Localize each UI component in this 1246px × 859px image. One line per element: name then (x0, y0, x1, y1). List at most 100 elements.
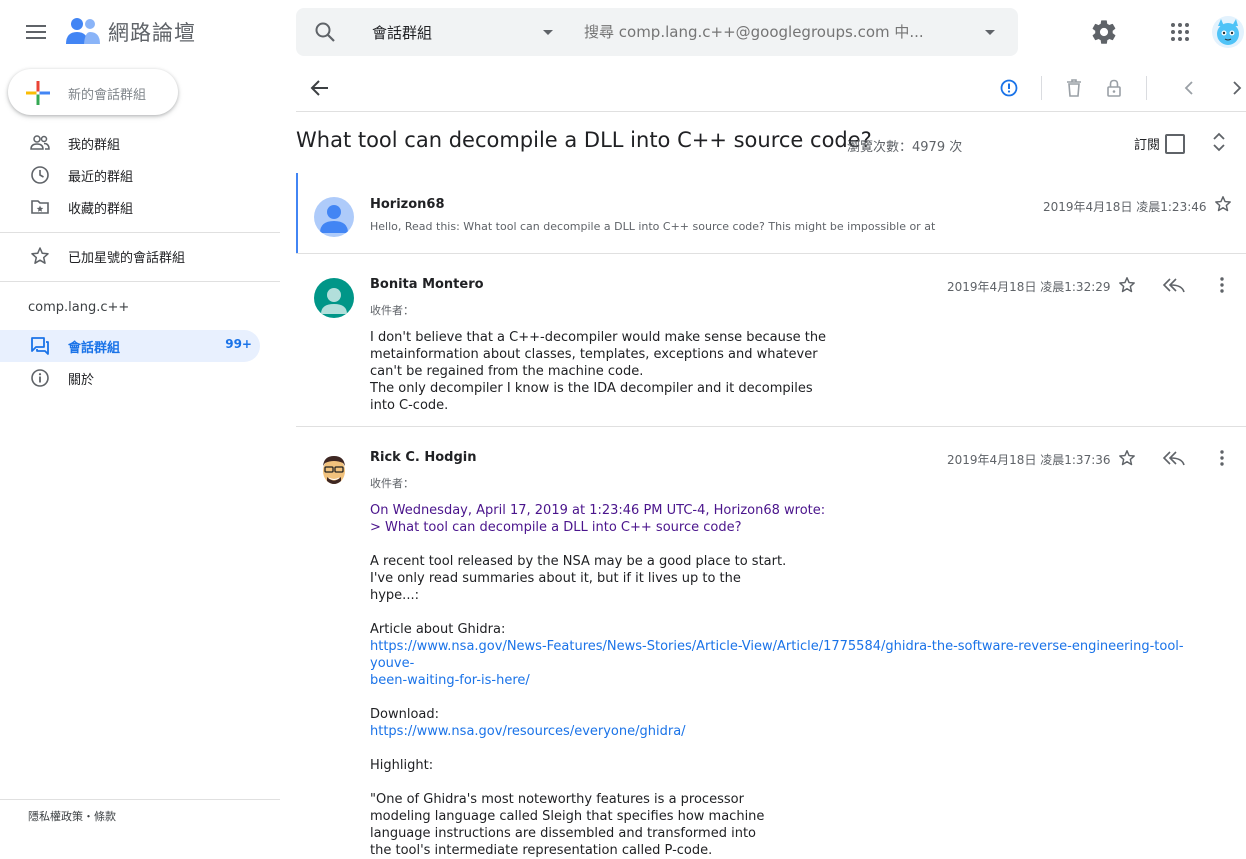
body-line: I don't believe that a C++-decompiler wo… (370, 330, 827, 345)
lock-icon[interactable] (1104, 76, 1124, 100)
sidebar-item-conversations[interactable]: 會話群組 99+ (0, 330, 260, 362)
search-bar: 會話群組 (296, 8, 1018, 56)
body-line: modeling language called Sleigh that spe… (370, 809, 765, 824)
avatar (314, 451, 354, 491)
sidebar-divider (0, 281, 280, 282)
search-icon[interactable] (314, 21, 336, 43)
new-conversation-button[interactable]: 新的會話群組 (8, 69, 178, 115)
body-line: I've only read summaries about it, but i… (370, 571, 741, 586)
message-snippet: Hello, Read this: What tool can decompil… (370, 220, 936, 233)
body-line: language instructions are dissembled and… (370, 826, 756, 841)
body-line: Article about Ghidra: (370, 622, 506, 637)
view-count: 瀏覽次數：4979 次 (847, 140, 963, 155)
report-alert-icon[interactable] (999, 76, 1019, 100)
sidebar: 新的會話群組 我的群組 最近的群組 收藏的群組 已加星號的會話群組 comp.l… (0, 64, 280, 832)
sidebar-item-favorite-groups[interactable]: 收藏的群組 (0, 192, 260, 222)
message-date: 2019年4月18日 凌晨1:37:36 (947, 453, 1111, 467)
message-collapsed[interactable]: Horizon68 2019年4月18日 凌晨1:23:46 Hello, Re… (296, 173, 1246, 253)
article-link[interactable]: been-waiting-for-is-here/ (370, 673, 530, 688)
thread-toolbar (296, 64, 1246, 112)
sidebar-item-label: 會話群組 (68, 341, 121, 356)
expand-collapse-icon[interactable] (1210, 130, 1228, 154)
sidebar-item-label: 收藏的群組 (68, 202, 134, 217)
more-vert-icon[interactable] (1218, 449, 1226, 467)
chevron-down-icon[interactable] (542, 29, 554, 36)
app-title[interactable]: 網路論壇 (108, 17, 196, 47)
next-chevron-icon[interactable] (1230, 76, 1244, 100)
toolbar-separator (1041, 76, 1042, 100)
search-options-icon[interactable] (984, 29, 996, 36)
message-date: 2019年4月18日 凌晨1:32:29 (947, 280, 1111, 294)
thread-title: What tool can decompile a DLL into C++ s… (296, 128, 872, 152)
settings-gear-icon[interactable] (1090, 18, 1118, 46)
body-line: The only decompiler I know is the IDA de… (370, 381, 813, 396)
avatar (314, 278, 354, 318)
sidebar-item-about[interactable]: 關於 (0, 363, 260, 393)
avatar (314, 197, 354, 237)
reply-all-icon[interactable] (1162, 449, 1186, 467)
info-icon (30, 368, 50, 388)
subscribe-label: 訂閱 (1134, 138, 1161, 153)
article-link[interactable]: https://www.nsa.gov/News-Features/News-S… (370, 639, 1184, 671)
body-line: Highlight: (370, 758, 434, 773)
sidebar-item-label: 已加星號的會話群組 (68, 251, 186, 266)
sidebar-divider (0, 232, 280, 233)
message-author[interactable]: Horizon68 (370, 197, 445, 212)
body-line: "One of Ghidra's most noteworthy feature… (370, 792, 744, 807)
body-line: Download: (370, 707, 439, 722)
sidebar-divider (0, 799, 280, 800)
message-date: 2019年4月18日 凌晨1:23:46 (1043, 200, 1207, 214)
message-author[interactable]: Rick C. Hodgin (370, 450, 476, 465)
star-icon[interactable] (1214, 195, 1232, 213)
recipient-label: 收件者： (370, 304, 414, 317)
hamburger-menu-icon (26, 25, 46, 39)
privacy-terms-link[interactable]: 隱私權政策・條款 (28, 808, 116, 824)
star-icon[interactable] (1118, 449, 1136, 467)
apps-grid-icon[interactable] (1168, 20, 1192, 44)
folder-star-icon (30, 197, 50, 217)
sidebar-item-label: 關於 (68, 373, 95, 388)
body-line: the tool's intermediate representation c… (370, 843, 713, 858)
sidebar-item-starred-conversations[interactable]: 已加星號的會話群組 (0, 241, 260, 271)
quoted-line: On Wednesday, April 17, 2019 at 1:23:46 … (370, 503, 826, 518)
more-vert-icon[interactable] (1218, 276, 1226, 294)
people-icon (30, 133, 50, 153)
reply-all-icon[interactable] (1162, 276, 1186, 294)
toolbar-separator (1146, 76, 1147, 100)
sidebar-item-label: 我的群組 (68, 138, 121, 153)
recipient-label: 收件者： (370, 477, 414, 490)
star-icon (30, 246, 50, 266)
unread-count-badge: 99+ (225, 337, 252, 351)
plus-icon (26, 81, 50, 105)
sidebar-item-my-groups[interactable]: 我的群組 (0, 128, 260, 158)
new-conversation-label: 新的會話群組 (68, 88, 147, 103)
account-avatar[interactable] (1212, 16, 1244, 48)
message-body: I don't believe that a C++-decompiler wo… (370, 329, 1220, 414)
star-icon[interactable] (1118, 276, 1136, 294)
search-scope-dropdown[interactable]: 會話群組 (372, 22, 432, 43)
conversation-icon (30, 336, 50, 356)
sidebar-item-label: 最近的群組 (68, 170, 134, 185)
back-arrow-icon[interactable] (310, 76, 330, 100)
body-line: hype...: (370, 588, 419, 603)
groups-logo-icon[interactable] (66, 16, 100, 46)
message: Bonita Montero 2019年4月18日 凌晨1:32:29 收件者：… (296, 254, 1246, 426)
message: Rick C. Hodgin 2019年4月18日 凌晨1:37:36 收件者：… (296, 427, 1246, 858)
message-author[interactable]: Bonita Montero (370, 277, 484, 292)
download-link[interactable]: https://www.nsa.gov/resources/everyone/g… (370, 724, 686, 739)
group-name[interactable]: comp.lang.c++ (28, 300, 129, 315)
message-body: On Wednesday, April 17, 2019 at 1:23:46 … (370, 502, 1220, 859)
clock-icon (30, 165, 50, 185)
body-line: can't be regained from the machine code. (370, 364, 644, 379)
quoted-line: > What tool can decompile a DLL into C++… (370, 520, 742, 535)
main-content: What tool can decompile a DLL into C++ s… (296, 64, 1246, 858)
sidebar-item-recent-groups[interactable]: 最近的群組 (0, 160, 260, 190)
previous-chevron-icon[interactable] (1182, 76, 1196, 100)
body-line: into C-code. (370, 398, 449, 413)
subscribe-checkbox[interactable] (1165, 134, 1185, 154)
search-input[interactable] (584, 18, 954, 46)
header: 網路論壇 會話群組 (0, 0, 1246, 64)
menu-button[interactable] (20, 18, 52, 46)
body-line: A recent tool released by the NSA may be… (370, 554, 787, 569)
delete-trash-icon[interactable] (1064, 76, 1084, 100)
